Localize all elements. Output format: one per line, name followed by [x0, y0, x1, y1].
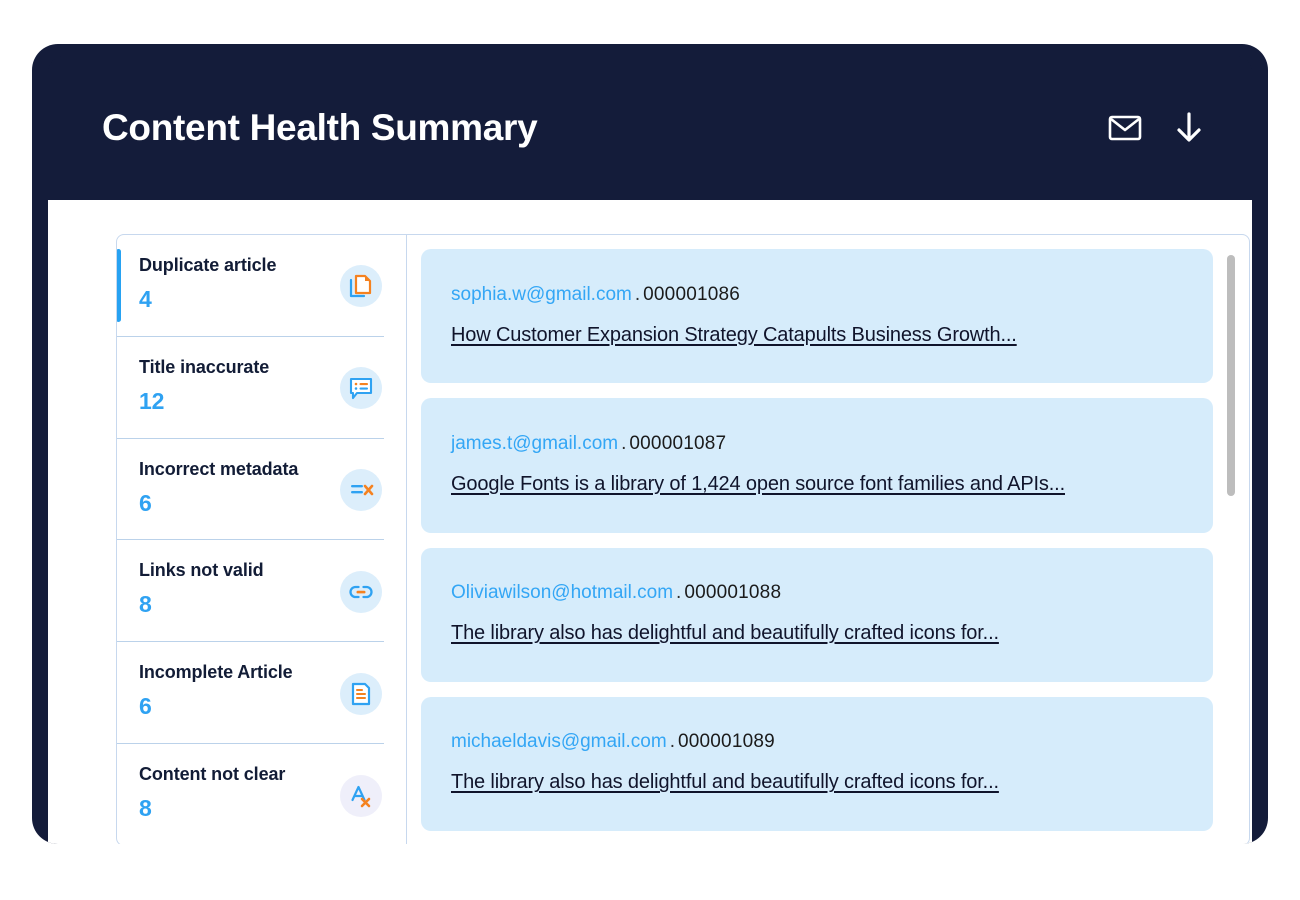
article-title-link[interactable]: Google Fonts is a library of 1,424 open …	[451, 473, 1183, 496]
issue-text: Content not clear 8	[139, 760, 285, 822]
issue-count: 8	[139, 795, 152, 822]
spelling-error-icon	[340, 774, 382, 817]
issue-text: Links not valid 8	[139, 556, 264, 618]
scrollbar-track[interactable]	[1227, 253, 1235, 827]
article-card[interactable]: james.t@gmail.com. 000001087 Google Fonts…	[421, 398, 1213, 533]
issue-label: Incorrect metadata	[139, 458, 299, 479]
article-email[interactable]: Oliviawilson@hotmail.com	[451, 582, 673, 603]
email-icon[interactable]	[1106, 109, 1144, 147]
article-separator: .	[669, 731, 675, 753]
sidebar-item-links-not-valid[interactable]: Links not valid 8	[117, 539, 384, 641]
issue-text: Incomplete Article 6	[139, 658, 293, 720]
article-list-pane: sophia.w@gmail.com. 000001086 How Custome…	[407, 235, 1249, 844]
article-meta: sophia.w@gmail.com. 000001086	[451, 284, 1183, 306]
article-title-link[interactable]: The library also has delightful and beau…	[451, 622, 1183, 645]
sidebar-item-content-not-clear[interactable]: Content not clear 8	[117, 743, 384, 844]
issue-count: 6	[139, 693, 152, 720]
sidebar-item-incorrect-metadata[interactable]: Incorrect metadata 6	[117, 437, 384, 540]
issue-text: Incorrect metadata 6	[139, 455, 298, 517]
metadata-error-icon	[340, 469, 382, 512]
sidebar-item-title-inaccurate[interactable]: Title inaccurate 12	[117, 335, 384, 438]
issue-label: Content not clear	[139, 764, 286, 785]
issue-label: Title inaccurate	[139, 356, 270, 377]
article-email[interactable]: michaeldavis@gmail.com	[451, 731, 667, 752]
issue-count: 8	[139, 591, 152, 618]
document-lines-icon	[340, 672, 382, 715]
article-separator: .	[676, 582, 682, 604]
article-meta: michaeldavis@gmail.com. 000001089	[451, 731, 1183, 753]
issue-text: Title inaccurate 12	[139, 353, 269, 415]
issue-label: Incomplete Article	[139, 662, 293, 683]
article-id: 000001089	[677, 731, 775, 753]
article-title-link[interactable]: How Customer Expansion Strategy Catapult…	[451, 324, 1183, 347]
article-email[interactable]: james.t@gmail.com	[451, 433, 618, 454]
article-email[interactable]: sophia.w@gmail.com	[451, 284, 632, 305]
broken-link-icon	[340, 570, 382, 613]
article-meta: james.t@gmail.com. 000001087	[451, 433, 1183, 455]
duplicate-document-icon	[340, 265, 382, 308]
issue-count: 12	[139, 387, 165, 414]
article-id: 000001086	[643, 283, 741, 305]
article-id: 000001088	[684, 582, 782, 604]
comment-list-icon	[340, 367, 382, 410]
article-card[interactable]: michaeldavis@gmail.com. 000001089 The lib…	[421, 696, 1213, 831]
issue-category-list: Duplicate article 4 Title inaccurate 12 …	[117, 235, 407, 844]
app-header: Content Health Summary	[48, 56, 1252, 200]
article-title-link[interactable]: The library also has delightful and beau…	[451, 771, 1183, 794]
app-window: Content Health Summary Duplicate article…	[32, 44, 1268, 844]
article-meta: Oliviawilson@hotmail.com. 000001088	[451, 582, 1183, 604]
issue-count: 4	[139, 286, 152, 312]
app-body: Duplicate article 4 Title inaccurate 12 …	[48, 200, 1252, 844]
scrollbar-thumb[interactable]	[1227, 255, 1235, 497]
download-icon[interactable]	[1170, 109, 1208, 147]
page-title: Content Health Summary	[102, 107, 538, 148]
issue-count: 6	[139, 489, 152, 516]
article-scroll-area: sophia.w@gmail.com. 000001086 How Custome…	[421, 249, 1239, 831]
article-id: 000001087	[629, 432, 727, 454]
article-separator: .	[621, 432, 627, 454]
issue-label: Links not valid	[139, 560, 264, 581]
article-separator: .	[634, 283, 641, 305]
sidebar-item-duplicate-article[interactable]: Duplicate article 4	[117, 235, 384, 336]
header-actions	[1106, 109, 1208, 147]
article-card[interactable]: sophia.w@gmail.com. 000001086 How Custome…	[421, 249, 1213, 384]
issue-label: Duplicate article	[139, 255, 277, 275]
sidebar-item-incomplete-article[interactable]: Incomplete Article 6	[117, 641, 384, 743]
issue-text: Duplicate article 4	[139, 251, 276, 313]
content-panel: Duplicate article 4 Title inaccurate 12 …	[116, 234, 1250, 844]
article-card[interactable]: Oliviawilson@hotmail.com. 000001088 The l…	[421, 547, 1213, 682]
